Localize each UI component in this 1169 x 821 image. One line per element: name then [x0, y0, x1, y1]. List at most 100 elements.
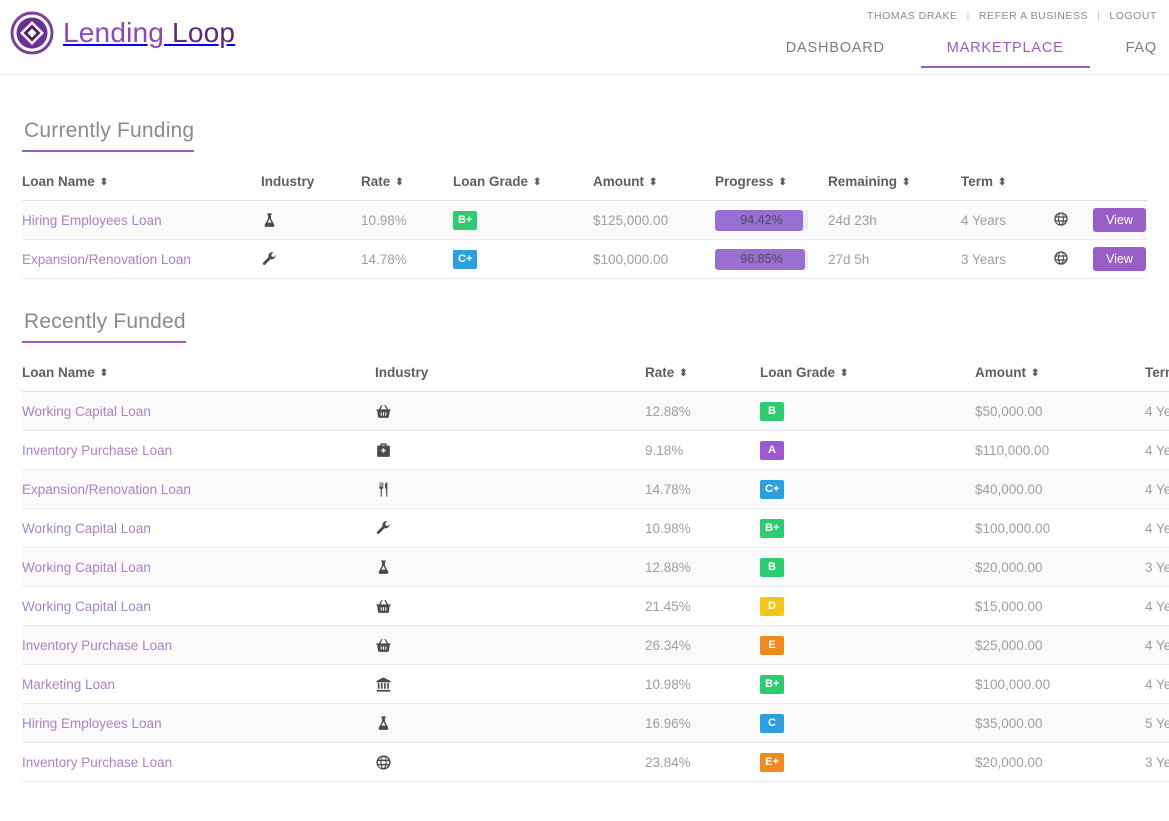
sort-icon[interactable]: ⬍ [100, 178, 108, 188]
cell-visibility [1053, 200, 1093, 240]
grade-badge: B+ [760, 518, 785, 538]
sort-icon[interactable]: ⬍ [533, 178, 541, 188]
table-row[interactable]: Working Capital Loan 12.88% B $20,000.00 3 Y… [22, 547, 1169, 587]
col-header-amount[interactable]: Amount ⬍ [975, 343, 1145, 392]
bank-icon [376, 676, 391, 692]
col-header-amount[interactable]: Amount ⬍ [593, 152, 715, 201]
loan-name-link[interactable]: Inventory Purchase Loan [22, 638, 172, 653]
loan-name-link[interactable]: Inventory Purchase Loan [22, 755, 172, 770]
loan-name-link[interactable]: Hiring Employees Loan [22, 213, 162, 228]
loan-name-link[interactable]: Working Capital Loan [22, 404, 151, 419]
col-label: Loan Name [22, 174, 95, 189]
loan-name-link[interactable]: Inventory Purchase Loan [22, 443, 172, 458]
sort-icon[interactable]: ⬍ [840, 369, 848, 379]
cell-amount: $25,000.00 [975, 625, 1145, 665]
loan-name-link[interactable]: Working Capital Loan [22, 599, 151, 614]
col-header-loan-grade[interactable]: Loan Grade ⬍ [760, 343, 975, 392]
nav-dashboard[interactable]: DASHBOARD [786, 34, 885, 68]
table-row[interactable]: Expansion/Renovation Loan 14.78% C+ $100… [22, 239, 1147, 279]
cell-rate: 16.96% [645, 703, 760, 743]
col-header-industry: Industry [261, 152, 361, 201]
cell-term: 3 Years [1145, 547, 1169, 587]
cell-rate: 10.98% [361, 200, 453, 240]
col-label: Loan Name [22, 365, 95, 380]
sort-icon[interactable]: ⬍ [679, 369, 687, 379]
col-header-loan-name[interactable]: Loan Name ⬍ [22, 152, 261, 201]
col-header-progress[interactable]: Progress ⬍ [715, 152, 828, 201]
col-header-industry: Industry [375, 343, 645, 392]
table-row[interactable]: Hiring Employees Loan 16.96% C $35,000.00 5 … [22, 703, 1169, 743]
col-label: Loan Grade [453, 174, 529, 189]
loan-name-link[interactable]: Expansion/Renovation Loan [22, 482, 191, 497]
view-button[interactable]: View [1093, 208, 1146, 232]
sort-icon[interactable]: ⬍ [998, 178, 1006, 188]
table-row[interactable]: Marketing Loan 10.98%B+ $100,000.004 Years [22, 664, 1169, 704]
wrench-icon [262, 251, 277, 265]
loan-name-link[interactable]: Marketing Loan [22, 677, 115, 692]
table-row[interactable]: Inventory Purchase Loan 9.18% A $110,000.00… [22, 430, 1169, 470]
table-row[interactable]: Working Capital Loan 12.88% B $50,000.00 4 Y… [22, 391, 1169, 431]
recently-funded-header-row: Loan Name ⬍ Industry Rate ⬍ Loan Grade ⬍ Am… [22, 343, 1169, 392]
nav-faq[interactable]: FAQ [1126, 34, 1157, 68]
logout-link[interactable]: LOGOUT [1109, 10, 1157, 22]
view-button[interactable]: View [1093, 247, 1146, 271]
col-header-term[interactable]: Term⬍ [1145, 343, 1169, 392]
lending-loop-diamond-logo-icon [10, 11, 54, 55]
main-navigation: DASHBOARD MARKETPLACE FAQ [786, 34, 1157, 68]
col-label: Rate [361, 174, 391, 189]
sort-icon[interactable]: ⬍ [395, 178, 403, 188]
grade-badge: C [760, 713, 784, 733]
cell-amount: $110,000.00 [975, 430, 1145, 470]
loan-name-link[interactable]: Working Capital Loan [22, 560, 151, 575]
col-label: Industry [261, 174, 315, 189]
utility-separator-2: | [1097, 10, 1101, 22]
grade-badge: C+ [453, 249, 478, 269]
cell-loan-grade: A [760, 430, 975, 470]
cell-term: 4 Years [961, 200, 1053, 240]
cell-industry [261, 200, 361, 240]
sort-icon[interactable]: ⬍ [649, 178, 657, 188]
col-header-rate[interactable]: Rate ⬍ [361, 152, 453, 201]
col-header-rate[interactable]: Rate ⬍ [645, 343, 760, 392]
cell-action: View [1093, 200, 1147, 240]
col-header-remaining[interactable]: Remaining ⬍ [828, 152, 961, 201]
sort-icon[interactable]: ⬍ [1031, 369, 1039, 379]
sort-icon[interactable]: ⬍ [100, 369, 108, 379]
table-row[interactable]: Inventory Purchase Loan 23.84% E+ $20,000.0… [22, 742, 1169, 782]
cell-rate: 12.88% [645, 547, 760, 587]
table-row[interactable]: Inventory Purchase Loan 26.34% E $25,000.00… [22, 625, 1169, 665]
cell-loan-name: Hiring Employees Loan [22, 200, 261, 240]
cell-amount: $100,000.00 [975, 664, 1145, 704]
shopping-basket-icon [376, 404, 391, 418]
table-row[interactable]: Expansion/Renovation Loan 14.78% C+ $40,000… [22, 469, 1169, 509]
cell-loan-name: Expansion/Renovation Loan [22, 239, 261, 279]
user-name-link[interactable]: THOMAS DRAKE [867, 10, 958, 22]
table-row[interactable]: Hiring Employees Loan 10.98% B+ $125,000… [22, 200, 1147, 240]
cell-rate: 10.98% [645, 508, 760, 548]
recently-funded-section-header: Recently Funded [22, 279, 1147, 343]
grade-badge: B [760, 401, 784, 421]
col-label: Amount [975, 365, 1026, 380]
loan-name-link[interactable]: Expansion/Renovation Loan [22, 252, 191, 267]
sort-icon[interactable]: ⬍ [902, 178, 910, 188]
cell-loan-name: Inventory Purchase Loan [22, 742, 375, 782]
table-row[interactable]: Working Capital Loan 10.98% B+ $100,000.00 4… [22, 508, 1169, 548]
nav-marketplace[interactable]: MARKETPLACE [920, 34, 1090, 68]
recently-funded-body: Working Capital Loan 12.88% B $50,000.00 4 Y… [22, 391, 1169, 782]
sort-icon[interactable]: ⬍ [779, 178, 787, 188]
cell-term: 4 Years [1145, 664, 1169, 704]
refer-a-business-link[interactable]: REFER A BUSINESS [979, 10, 1088, 22]
cell-industry [375, 469, 645, 509]
loan-name-link[interactable]: Hiring Employees Loan [22, 716, 162, 731]
brand-logo-link[interactable]: Lending Loop [10, 11, 235, 55]
cell-amount: $20,000.00 [975, 742, 1145, 782]
table-row[interactable]: Working Capital Loan 21.45% D $15,000.00 4 Y… [22, 586, 1169, 626]
col-header-term[interactable]: Term⬍ [961, 152, 1053, 201]
recently-funded-title: Recently Funded [22, 310, 186, 343]
page-content: Currently Funding Loan Name ⬍ Industry Ra… [0, 75, 1169, 782]
flask-icon [378, 559, 389, 574]
cell-loan-grade: E+ [760, 742, 975, 782]
loan-name-link[interactable]: Working Capital Loan [22, 521, 151, 536]
col-header-loan-name[interactable]: Loan Name ⬍ [22, 343, 375, 392]
col-header-loan-grade[interactable]: Loan Grade ⬍ [453, 152, 593, 201]
